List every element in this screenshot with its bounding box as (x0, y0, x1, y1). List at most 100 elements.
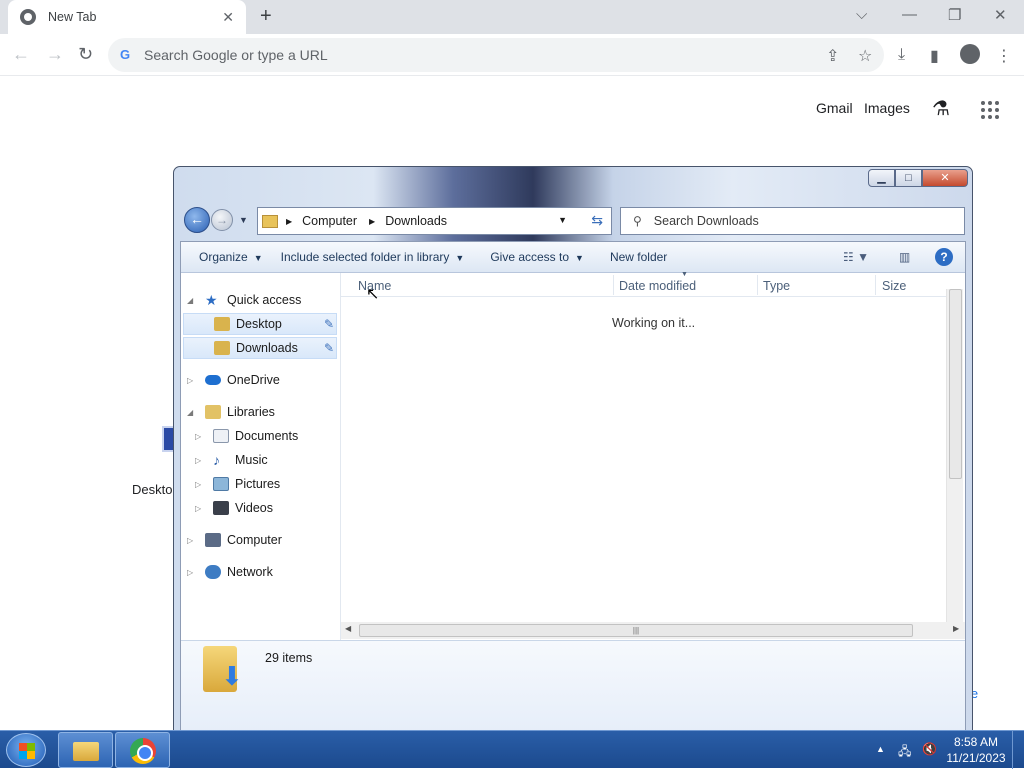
show-desktop-button[interactable] (1012, 731, 1024, 769)
downloads-folder-icon (214, 341, 230, 355)
images-link[interactable]: Images (864, 100, 910, 116)
labs-flask-icon[interactable]: ⚗ (932, 96, 950, 121)
volume-muted-icon[interactable]: 🔇 (922, 742, 937, 756)
give-access-label: Give access to (490, 250, 570, 264)
help-icon[interactable]: ? (935, 248, 953, 266)
explorer-forward-button[interactable]: → (211, 209, 233, 231)
breadcrumb-arrow-icon[interactable]: ▶ (286, 217, 292, 226)
view-options-icon[interactable]: ☷ ▼ (843, 250, 869, 264)
download-icon[interactable]: ⤓ (898, 46, 905, 64)
column-divider[interactable] (613, 275, 614, 295)
restore-icon[interactable]: ❐ (948, 6, 961, 24)
network-icon (205, 565, 221, 579)
nav-libraries[interactable]: ◢ Libraries (187, 401, 275, 423)
scroll-right-icon[interactable]: ▶ (953, 624, 959, 633)
column-divider[interactable] (757, 275, 758, 295)
reload-icon[interactable]: ↻ (78, 44, 93, 65)
breadcrumb-computer[interactable]: Computer (302, 214, 357, 228)
vertical-scroll-thumb[interactable] (949, 289, 962, 479)
profile-avatar[interactable] (960, 44, 980, 64)
taskbar-file-explorer[interactable] (58, 732, 113, 768)
file-list[interactable]: Name Date modified ▼ Type Size Working o… (341, 271, 965, 645)
nav-onedrive[interactable]: ▷ OneDrive (187, 369, 280, 391)
google-apps-icon[interactable] (981, 101, 999, 119)
nav-documents[interactable]: ▷ Documents (195, 425, 298, 447)
file-explorer-window: ▁ □ ✕ ← → ▼ ▶ Computer ▶ Downloads ▼ ⇆ ⚲… (173, 166, 973, 736)
scroll-left-icon[interactable]: ◀ (345, 624, 351, 633)
collapse-icon[interactable]: ◢ (187, 408, 197, 417)
browser-toolbar: ← → ↻ G Search Google or type a URL ⇪ ☆ … (0, 34, 1024, 76)
system-clock[interactable]: 8:58 AM 11/21/2023 (944, 734, 1008, 766)
close-window-icon[interactable]: ✕ (994, 6, 1007, 24)
tab-new-tab[interactable]: New Tab ✕ (8, 0, 246, 34)
nav-label: Downloads (236, 341, 298, 355)
horizontal-scroll-thumb[interactable]: ||| (359, 624, 913, 637)
tab-search-icon[interactable]: ⌵ (856, 6, 867, 23)
horizontal-scrollbar[interactable]: ◀ ||| ▶ (341, 622, 965, 639)
network-tray-icon[interactable]: 🖧 (898, 742, 911, 763)
start-button[interactable] (6, 733, 46, 767)
chrome-icon (130, 738, 156, 764)
omnibox-placeholder: Search Google or type a URL (144, 47, 328, 63)
breadcrumb-arrow-icon[interactable]: ▶ (369, 217, 375, 226)
nav-label: Music (235, 453, 268, 467)
music-icon: ♪ (213, 452, 220, 468)
expand-icon[interactable]: ▷ (195, 456, 205, 465)
collapse-icon[interactable]: ◢ (187, 296, 197, 305)
give-access-button[interactable]: Give access to ▼ (490, 250, 584, 264)
clock-date: 11/21/2023 (946, 751, 1006, 765)
search-box[interactable]: ⚲ Search Downloads (620, 207, 965, 235)
new-folder-button[interactable]: New folder (610, 250, 667, 264)
forward-icon[interactable]: → (46, 44, 64, 65)
tab-title: New Tab (48, 10, 97, 24)
minimize-icon[interactable]: — (902, 6, 917, 23)
expand-icon[interactable]: ▷ (187, 376, 197, 385)
omnibox[interactable]: G Search Google or type a URL (108, 38, 884, 72)
preview-pane-icon[interactable]: ▥ (899, 250, 910, 264)
nav-computer[interactable]: ▷ Computer (187, 529, 282, 551)
nav-pictures[interactable]: ▷ Pictures (195, 473, 280, 495)
address-bar[interactable]: ▶ Computer ▶ Downloads ▼ ⇆ (257, 207, 612, 235)
column-size[interactable]: Size (882, 279, 906, 293)
side-panel-icon[interactable]: ▮ (930, 46, 939, 66)
expand-icon[interactable]: ▷ (187, 536, 197, 545)
show-hidden-icons-icon[interactable]: ▲ (876, 744, 885, 754)
explorer-maximize-button[interactable]: □ (895, 169, 922, 187)
nav-desktop[interactable]: Desktop ✎ (183, 313, 337, 335)
vertical-scrollbar[interactable] (946, 289, 963, 639)
explorer-minimize-button[interactable]: ▁ (868, 169, 895, 187)
pin-icon[interactable]: ✎ (324, 341, 334, 355)
expand-icon[interactable]: ▷ (195, 504, 205, 513)
refresh-icon[interactable]: ⇆ (591, 212, 603, 229)
nav-label: OneDrive (227, 373, 280, 387)
back-icon[interactable]: ← (12, 44, 30, 65)
expand-icon[interactable]: ▷ (195, 480, 205, 489)
column-date-modified[interactable]: Date modified (619, 279, 696, 293)
taskbar-chrome[interactable] (115, 732, 170, 768)
nav-videos[interactable]: ▷ Videos (195, 497, 273, 519)
share-icon[interactable]: ⇪ (826, 46, 839, 66)
breadcrumb-downloads[interactable]: Downloads (385, 214, 447, 228)
explorer-close-button[interactable]: ✕ (922, 169, 968, 187)
organize-button[interactable]: Organize ▼ (199, 250, 263, 264)
address-dropdown-icon[interactable]: ▼ (558, 215, 567, 225)
expand-icon[interactable]: ▷ (187, 568, 197, 577)
pin-icon[interactable]: ✎ (324, 317, 334, 331)
menu-icon[interactable]: ⋮ (996, 46, 1012, 66)
nav-music[interactable]: ▷ ♪ Music (195, 449, 268, 471)
library-icon (205, 405, 221, 419)
tab-close-icon[interactable]: ✕ (222, 9, 234, 26)
new-tab-button[interactable]: + (260, 6, 272, 26)
recent-locations-dropdown[interactable]: ▼ (239, 215, 248, 225)
nav-network[interactable]: ▷ Network (187, 561, 273, 583)
sort-indicator-icon: ▼ (681, 271, 688, 278)
include-in-library-button[interactable]: Include selected folder in library ▼ (281, 250, 465, 264)
bookmark-star-icon[interactable]: ☆ (858, 46, 872, 66)
expand-icon[interactable]: ▷ (195, 432, 205, 441)
column-type[interactable]: Type (763, 279, 790, 293)
nav-downloads[interactable]: Downloads ✎ (183, 337, 337, 359)
nav-quick-access[interactable]: ◢ ★ Quick access (187, 289, 301, 311)
explorer-back-button[interactable]: ← (184, 207, 210, 233)
gmail-link[interactable]: Gmail (816, 100, 853, 116)
column-divider[interactable] (875, 275, 876, 295)
